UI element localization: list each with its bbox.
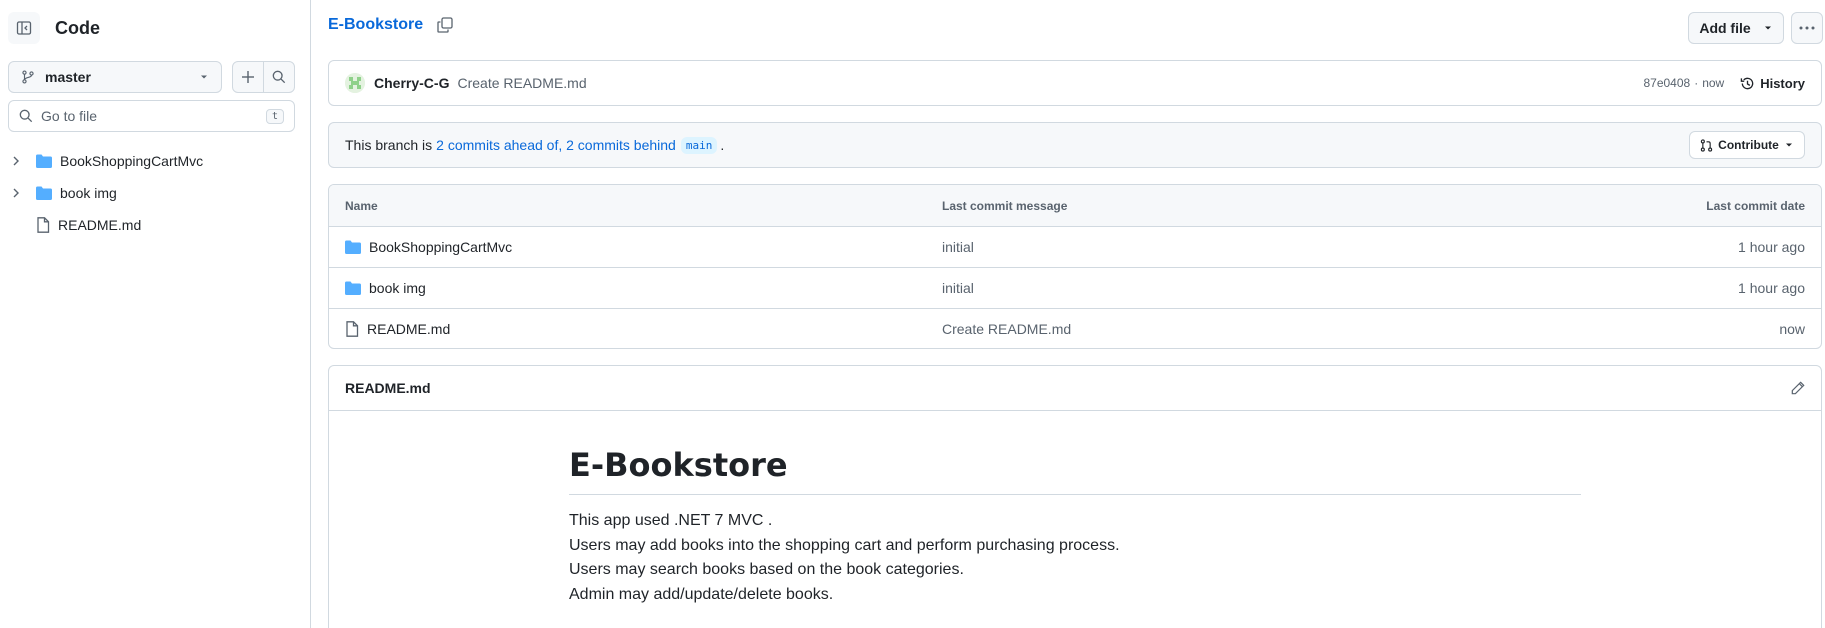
copy-icon [437, 17, 453, 33]
go-to-file-field[interactable]: t [8, 100, 295, 132]
caret-down-icon [1785, 143, 1792, 147]
readme-filename[interactable]: README.md [345, 380, 431, 396]
history-icon [1740, 77, 1754, 89]
branch-select-button[interactable]: master [8, 61, 222, 93]
readme-panel: README.md E-Bookstore This app used .NET… [328, 365, 1822, 628]
tree-actions [232, 61, 295, 93]
commit-message[interactable]: Create README.md [457, 75, 586, 91]
folder-icon [36, 186, 52, 200]
collapse-sidebar-button[interactable] [8, 12, 40, 44]
readme-header: README.md [329, 366, 1821, 411]
file-name-link[interactable]: book img [369, 280, 426, 296]
search-icon [272, 70, 286, 84]
column-header-date: Last commit date [1706, 198, 1805, 213]
folder-icon [345, 281, 361, 295]
table-row[interactable]: README.md Create README.md now [329, 308, 1821, 348]
table-header: Name Last commit message Last commit dat… [329, 185, 1821, 226]
folder-icon [36, 154, 52, 168]
chevron-right-icon[interactable] [10, 188, 22, 198]
commit-time: now [1702, 76, 1725, 90]
plus-icon [242, 71, 255, 83]
column-header-name: Name [345, 198, 378, 213]
edit-readme-button[interactable] [1791, 381, 1805, 395]
column-header-message: Last commit message [942, 198, 1068, 213]
search-icon [19, 109, 33, 123]
identicon-icon [345, 73, 365, 93]
file-icon [36, 217, 50, 233]
separator: · [1694, 76, 1699, 90]
kebab-horizontal-icon [1799, 26, 1815, 30]
tree-item-label: BookShoppingCartMvc [60, 153, 204, 169]
avatar[interactable] [345, 73, 365, 93]
chevron-right-icon[interactable] [10, 156, 22, 166]
commit-date: 1 hour ago [1738, 280, 1805, 296]
breadcrumb: E-Bookstore [328, 16, 453, 34]
tree-item-readme[interactable]: README.md [0, 209, 311, 241]
history-button[interactable]: History [1740, 76, 1805, 91]
caret-down-icon [201, 75, 207, 79]
tree-item-label: README.md [58, 217, 142, 233]
file-tree: BookShoppingCartMvc book img README.md [0, 145, 311, 241]
shortcut-key: t [265, 108, 284, 124]
tree-item-bookshoppingcartmvc[interactable]: BookShoppingCartMvc [0, 145, 311, 177]
compare-link[interactable]: 2 commits ahead of, 2 commits behind [436, 137, 676, 153]
table-row[interactable]: BookShoppingCartMvc initial 1 hour ago [329, 226, 1821, 267]
sidebar-title: Code [55, 17, 100, 38]
readme-line: This app used .NET 7 MVC . [569, 512, 773, 529]
branch-name: master [45, 69, 91, 85]
go-to-file-input[interactable] [41, 108, 266, 124]
readme-content: E-Bookstore This app used .NET 7 MVC . U… [569, 446, 1581, 607]
table-row[interactable]: book img initial 1 hour ago [329, 267, 1821, 308]
readme-line: Admin may add/update/delete books. [569, 585, 834, 603]
tree-item-label: book img [60, 185, 117, 201]
base-branch-label[interactable]: main [680, 136, 718, 154]
more-options-button[interactable] [1791, 12, 1823, 44]
add-file-button[interactable]: Add file [1688, 12, 1784, 44]
search-tree-button[interactable] [263, 62, 294, 92]
commit-message-link[interactable]: initial [942, 280, 1585, 296]
add-file-tree-button[interactable] [233, 62, 263, 92]
pull-request-icon [1700, 138, 1713, 152]
file-icon [346, 321, 359, 337]
latest-commit-bar: Cherry-C-G Create README.md 87e0408 · no… [328, 60, 1822, 106]
contribute-label: Contribute [1718, 138, 1779, 152]
readme-line: Users may search books based on the book… [569, 561, 964, 578]
add-file-label: Add file [1699, 20, 1751, 36]
git-branch-icon [22, 70, 34, 84]
main-content: E-Bookstore Add file Cherry-C-G Create R… [312, 0, 1825, 628]
folder-icon [345, 240, 361, 254]
branch-status-suffix: . [720, 137, 725, 153]
file-name-link[interactable]: BookShoppingCartMvc [369, 239, 512, 255]
sidebar-header: Code [8, 12, 100, 44]
commit-date: now [1779, 321, 1805, 337]
branch-status-prefix: This branch is [345, 137, 433, 153]
history-label: History [1760, 75, 1805, 91]
caret-down-icon [1764, 26, 1771, 30]
commit-meta: 87e0408 · now History [1643, 76, 1805, 91]
sidebar-collapse-icon [16, 21, 32, 35]
repo-name-link[interactable]: E-Bookstore [328, 16, 423, 34]
readme-line: Users may add books into the shopping ca… [569, 536, 1120, 554]
readme-paragraph: This app used .NET 7 MVC . Users may add… [569, 509, 1581, 607]
branch-status-bar: This branch is 2 commits ahead of, 2 com… [328, 122, 1822, 168]
commit-hash[interactable]: 87e0408 [1643, 76, 1690, 90]
contribute-button[interactable]: Contribute [1689, 131, 1805, 159]
file-tree-sidebar: Code master t BookShoppingCartMvc book i… [0, 0, 311, 628]
commit-date: 1 hour ago [1738, 239, 1805, 255]
tree-item-book-img[interactable]: book img [0, 177, 311, 209]
commit-message-link[interactable]: Create README.md [942, 321, 1585, 337]
files-table: Name Last commit message Last commit dat… [328, 184, 1822, 349]
copy-path-button[interactable] [437, 17, 453, 33]
pencil-icon [1791, 381, 1805, 395]
file-name-link[interactable]: README.md [367, 321, 450, 337]
readme-heading: E-Bookstore [569, 446, 1581, 495]
commit-message-link[interactable]: initial [942, 239, 1585, 255]
commit-author[interactable]: Cherry-C-G [374, 75, 449, 91]
